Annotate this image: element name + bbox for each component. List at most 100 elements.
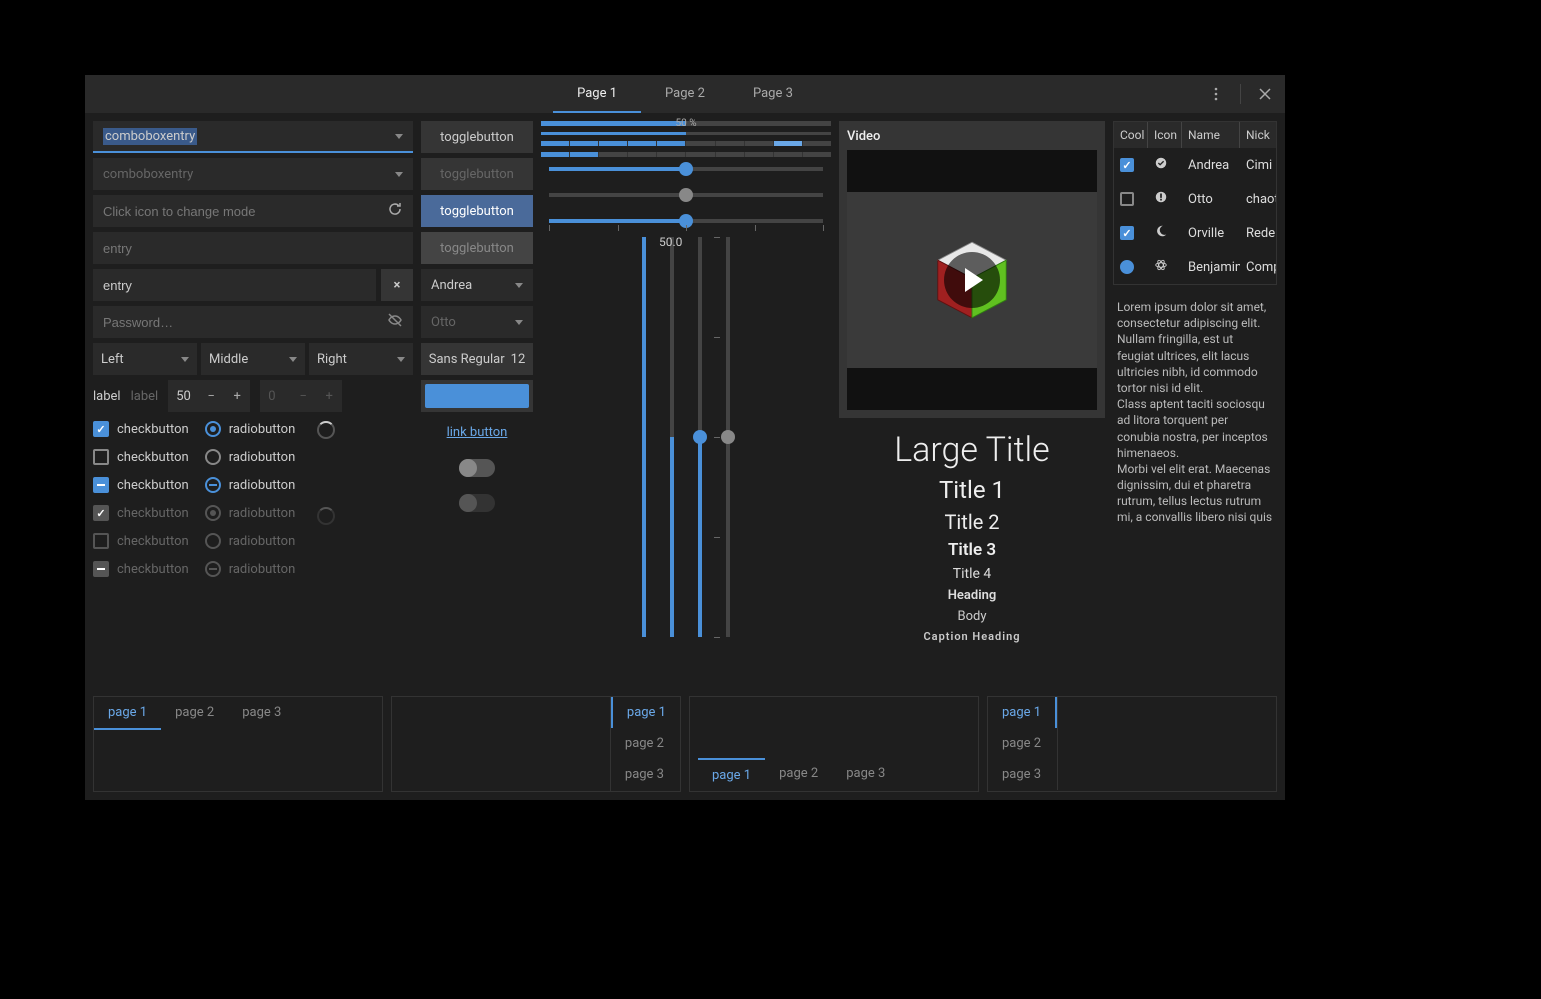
nb-tab-1[interactable]: page 1 — [611, 697, 680, 728]
label-2-disabled: label — [131, 389, 159, 404]
nb-tab-3[interactable]: page 3 — [611, 759, 680, 790]
nb-tab-2[interactable]: page 2 — [611, 728, 680, 759]
checkbutton-2[interactable]: checkbutton — [93, 449, 189, 465]
tab-page-3[interactable]: Page 3 — [729, 76, 817, 113]
entry-input[interactable] — [103, 278, 366, 293]
tab-page-1[interactable]: Page 1 — [553, 76, 641, 113]
radiobutton-4: radiobutton — [205, 505, 296, 521]
spin-value: 0 — [260, 389, 290, 404]
slider-thumb — [679, 188, 693, 202]
atom-icon — [1148, 256, 1182, 278]
chevron-down-icon — [289, 357, 297, 362]
checkbutton-3[interactable]: checkbutton — [93, 477, 189, 493]
refresh-icon[interactable] — [387, 201, 403, 221]
mode-entry-input[interactable] — [103, 204, 387, 219]
th-icon[interactable]: Icon — [1148, 122, 1182, 148]
checkbutton-1[interactable]: checkbutton — [93, 421, 189, 437]
caption-heading: Caption Heading — [839, 630, 1105, 643]
nb-tab-3[interactable]: page 3 — [988, 759, 1057, 790]
slider-thumb[interactable] — [679, 162, 693, 176]
checkbox-icon — [93, 561, 109, 577]
menu-icon[interactable] — [1202, 80, 1230, 108]
typography: Large Title Title 1 Title 2 Title 3 Titl… — [839, 430, 1105, 643]
checkbox-icon[interactable] — [1120, 226, 1134, 240]
entry-field[interactable] — [93, 269, 376, 301]
slider-thumb — [721, 430, 735, 444]
checkbox-icon[interactable] — [1120, 192, 1134, 206]
listview-table[interactable]: Cool Icon Name Nick Andrea Cimi — [1113, 121, 1277, 285]
togglebutton-3[interactable]: togglebutton — [421, 195, 533, 227]
spinner-icon — [317, 421, 335, 439]
hscale-1[interactable] — [549, 167, 823, 171]
slider-thumb[interactable] — [693, 430, 707, 444]
radiobutton-2[interactable]: radiobutton — [205, 449, 296, 465]
table-row[interactable]: Andrea Cimi — [1114, 148, 1276, 182]
combo-right[interactable]: Right — [309, 343, 413, 375]
body: Body — [839, 609, 1105, 624]
font-button[interactable]: Sans Regular 12 — [421, 343, 533, 375]
checkbox-icon[interactable] — [1120, 158, 1134, 172]
notebook-top-tabs: page 1 page 2 page 3 — [93, 696, 383, 792]
th-cool[interactable]: Cool — [1114, 122, 1148, 148]
combo-middle[interactable]: Middle — [201, 343, 305, 375]
radiobutton-1[interactable]: radiobutton — [205, 421, 296, 437]
radiobutton-3[interactable]: radiobutton — [205, 477, 296, 493]
checkbutton-4: checkbutton — [93, 505, 189, 521]
spinbutton-1[interactable]: 50 − + — [168, 380, 250, 412]
nb-tab-2[interactable]: page 2 — [765, 758, 832, 791]
plus-button[interactable]: + — [224, 380, 250, 412]
color-button[interactable] — [421, 380, 533, 412]
text-view[interactable]: Lorem ipsum dolor sit amet, consectetur … — [1113, 293, 1277, 688]
password-input[interactable] — [103, 315, 387, 330]
vscale-3[interactable] — [698, 237, 702, 637]
video-label: Video — [847, 129, 1097, 144]
nb-tab-2[interactable]: page 2 — [161, 697, 228, 730]
togglebutton-1[interactable]: togglebutton — [421, 121, 533, 153]
title-1: Title 1 — [839, 476, 1105, 504]
combo-left[interactable]: Left — [93, 343, 197, 375]
vscale-1[interactable] — [642, 237, 646, 637]
comboboxentry-1[interactable]: comboboxentry — [93, 121, 413, 153]
hscale-3[interactable] — [549, 219, 823, 223]
link-button[interactable]: link button — [421, 417, 533, 448]
table-row[interactable]: Benjamin Company — [1114, 250, 1276, 284]
table-row[interactable]: Otto chaotic — [1114, 182, 1276, 216]
togglebutton-4: togglebutton — [421, 232, 533, 264]
minus-button[interactable]: − — [198, 380, 224, 412]
radio-icon[interactable] — [1120, 260, 1134, 274]
togglebutton-2: togglebutton — [421, 158, 533, 190]
nb-tab-3[interactable]: page 3 — [832, 758, 899, 791]
combo-otto: Otto — [421, 306, 533, 338]
radio-icon — [205, 505, 221, 521]
eye-off-icon[interactable] — [387, 312, 403, 332]
play-icon[interactable] — [944, 252, 1000, 308]
combo-andrea[interactable]: Andrea — [421, 269, 533, 301]
nb-tab-1[interactable]: page 1 — [988, 697, 1057, 728]
close-icon[interactable] — [1251, 80, 1279, 108]
checkbox-icon — [93, 449, 109, 465]
video-area[interactable] — [847, 150, 1097, 410]
column-table-text: Cool Icon Name Nick Andrea Cimi — [1113, 121, 1277, 688]
nb-tab-2[interactable]: page 2 — [988, 728, 1057, 759]
close-icon: × — [394, 278, 401, 293]
tab-page-2[interactable]: Page 2 — [641, 76, 729, 113]
clear-button[interactable]: × — [381, 269, 413, 301]
nb-tab-1[interactable]: page 1 — [94, 697, 161, 730]
table-row[interactable]: Orville Redenbacher — [1114, 216, 1276, 250]
checkbox-icon — [93, 533, 109, 549]
th-nick[interactable]: Nick — [1240, 122, 1276, 148]
password-field[interactable] — [93, 306, 413, 338]
vscale-2[interactable] — [670, 237, 674, 637]
radio-icon — [205, 477, 221, 493]
switch-2 — [459, 494, 495, 512]
switch-1[interactable] — [459, 459, 495, 477]
th-name[interactable]: Name — [1182, 122, 1240, 148]
minus-button: − — [290, 380, 316, 412]
notebook-bottom-tabs: page 1 page 2 page 3 — [689, 696, 979, 792]
main-window: Page 1 Page 2 Page 3 comboboxentry combo… — [85, 75, 1285, 800]
nb-tab-3[interactable]: page 3 — [228, 697, 295, 730]
nb-tab-1[interactable]: page 1 — [698, 758, 765, 791]
checkbutton-group: checkbutton checkbutton checkbutton chec… — [93, 421, 189, 577]
video-panel: Video — [839, 121, 1105, 418]
mode-entry[interactable] — [93, 195, 413, 227]
